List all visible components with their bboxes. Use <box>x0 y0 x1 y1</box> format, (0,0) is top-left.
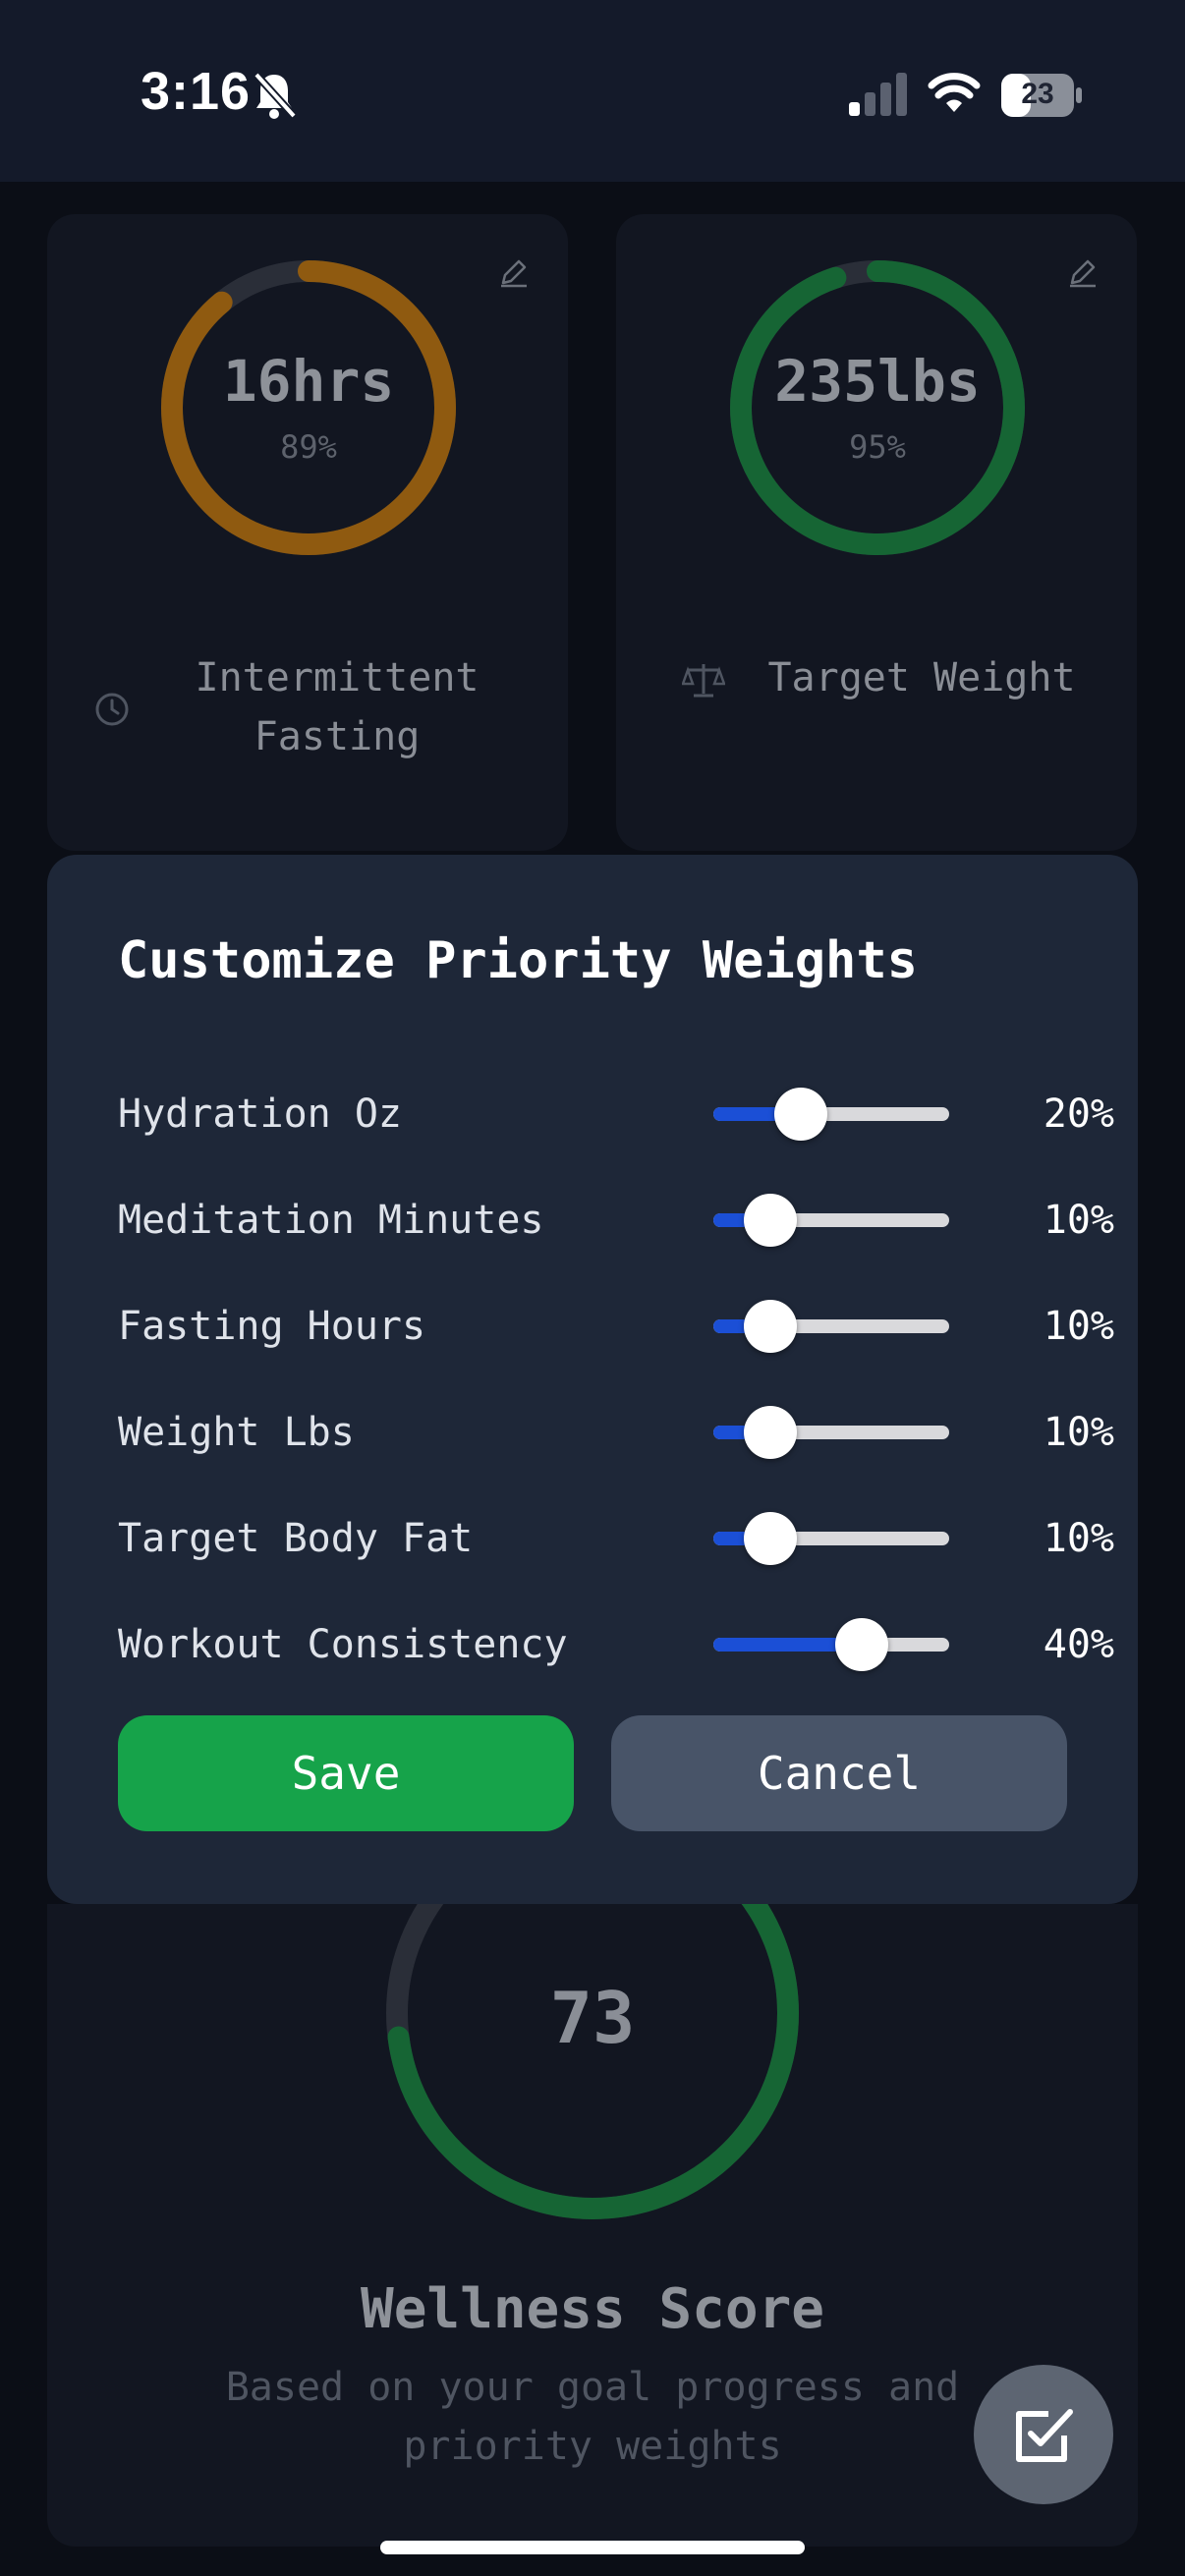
slider-label: Weight Lbs <box>118 1410 355 1455</box>
slider-row-fasting: Fasting Hours 10% <box>118 1297 1114 1356</box>
slider-label: Workout Consistency <box>118 1622 568 1667</box>
weight-label: Target Weight <box>735 648 1108 707</box>
fasting-slider[interactable] <box>713 1300 949 1353</box>
battery-level: 23 <box>1021 78 1054 110</box>
bell-off-icon <box>254 72 296 119</box>
workout-slider[interactable] <box>713 1618 949 1671</box>
subtitle-line1: Based on your goal progress and <box>225 2365 960 2410</box>
wellness-score-subtitle: Based on your goal progress and priority… <box>147 2358 1038 2476</box>
status-time: 3:16 <box>141 62 252 121</box>
weight-label-line1: Target Weight <box>767 655 1076 700</box>
checklist-fab-button[interactable] <box>974 2365 1113 2504</box>
edit-pencil-icon[interactable] <box>1066 255 1100 289</box>
slider-row-workout: Workout Consistency 40% <box>118 1615 1114 1674</box>
slider-value: 10% <box>1043 1198 1114 1243</box>
fasting-value: 16hrs <box>222 348 395 415</box>
checkbox-edit-icon <box>1016 2409 1073 2462</box>
fasting-label: Intermittent Fasting <box>138 648 536 766</box>
modal-title: Customize Priority Weights <box>118 931 918 990</box>
status-bar: 3:16 23 <box>0 0 1185 182</box>
slider-thumb[interactable] <box>744 1512 797 1565</box>
slider-value: 20% <box>1043 1092 1114 1137</box>
slider-value: 40% <box>1043 1622 1114 1667</box>
weight-value: 235lbs <box>774 348 981 415</box>
slider-row-meditation: Meditation Minutes 10% <box>118 1191 1114 1250</box>
slider-thumb[interactable] <box>835 1618 888 1671</box>
slider-label: Fasting Hours <box>118 1304 426 1349</box>
hydration-slider[interactable] <box>713 1088 949 1141</box>
slider-label: Hydration Oz <box>118 1092 402 1137</box>
clock-icon <box>95 693 129 726</box>
slider-row-hydration: Hydration Oz 20% <box>118 1085 1114 1144</box>
weight-percent: 95% <box>849 428 906 466</box>
slider-value: 10% <box>1043 1304 1114 1349</box>
slider-row-weight: Weight Lbs 10% <box>118 1403 1114 1462</box>
meditation-slider[interactable] <box>713 1194 949 1247</box>
wellness-score-value: 73 <box>549 1977 636 2059</box>
slider-thumb[interactable] <box>774 1088 827 1141</box>
save-button[interactable]: Save <box>118 1715 574 1831</box>
slider-thumb[interactable] <box>744 1300 797 1353</box>
slider-thumb[interactable] <box>744 1406 797 1459</box>
fasting-label-line2: Fasting <box>254 714 421 759</box>
fasting-label-line1: Intermittent <box>195 655 480 700</box>
fasting-percent: 89% <box>280 428 337 466</box>
cancel-button[interactable]: Cancel <box>611 1715 1067 1831</box>
priority-weights-modal: Customize Priority Weights Hydration Oz … <box>47 855 1138 1904</box>
scale-icon <box>682 664 725 698</box>
weight-slider[interactable] <box>713 1406 949 1459</box>
subtitle-line2: priority weights <box>403 2424 782 2469</box>
slider-label: Meditation Minutes <box>118 1198 544 1243</box>
body-fat-slider[interactable] <box>713 1512 949 1565</box>
edit-pencil-icon[interactable] <box>497 255 531 289</box>
home-indicator[interactable] <box>380 2541 805 2554</box>
slider-value: 10% <box>1043 1410 1114 1455</box>
wellness-score-title: Wellness Score <box>360 2277 824 2341</box>
wifi-icon <box>928 73 981 112</box>
slider-thumb[interactable] <box>744 1194 797 1247</box>
slider-value: 10% <box>1043 1516 1114 1561</box>
signal-icon <box>849 73 907 116</box>
slider-label: Target Body Fat <box>118 1516 474 1561</box>
slider-row-body-fat: Target Body Fat 10% <box>118 1509 1114 1568</box>
